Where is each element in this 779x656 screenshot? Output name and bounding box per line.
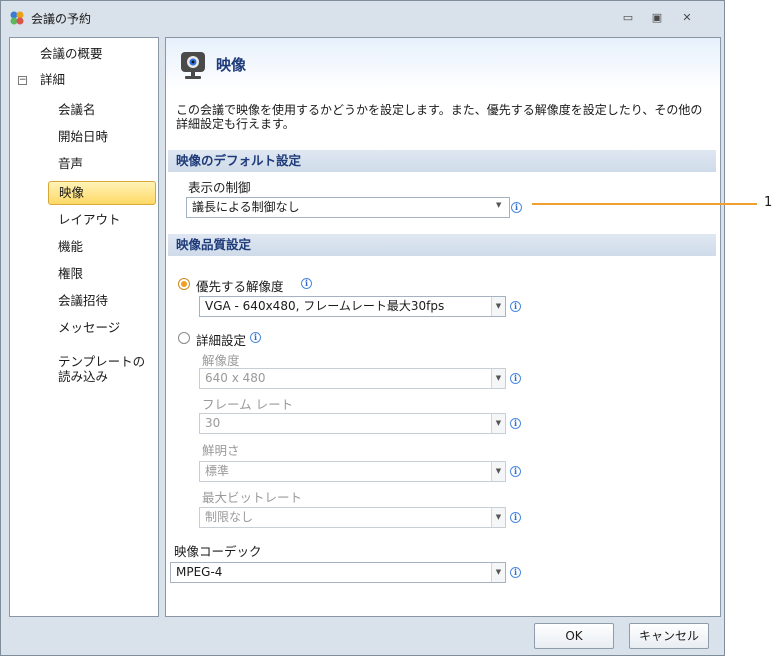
resolution-info-icon[interactable]: i — [510, 373, 521, 384]
cancel-button[interactable]: キャンセル — [629, 623, 709, 649]
sidebar-item-details[interactable]: 詳細 — [40, 68, 65, 92]
close-button[interactable]: ✕ — [677, 9, 697, 27]
max-bitrate-label: 最大ビットレート — [202, 490, 303, 505]
max-bitrate-info-icon[interactable]: i — [510, 512, 521, 523]
sharpness-info-icon[interactable]: i — [510, 466, 521, 477]
sidebar-item-audio[interactable]: 音声 — [58, 152, 83, 176]
display-control-info-icon[interactable]: i — [511, 202, 522, 213]
video-codec-info-icon[interactable]: i — [510, 567, 521, 578]
section-quality-settings: 映像品質設定 — [168, 234, 716, 256]
max-bitrate-value: 制限なし — [205, 510, 254, 524]
description-text: この会議で映像を使用するかどうかを設定します。また、優先する解像度を設定したり、… — [176, 103, 703, 131]
preferred-resolution-select-info-icon[interactable]: i — [510, 301, 521, 312]
content-panel: 映像 この会議で映像を使用するかどうかを設定します。また、優先する解像度を設定し… — [165, 37, 721, 617]
sidebar-item-layout[interactable]: レイアウト — [58, 208, 121, 232]
webcam-icon — [181, 52, 205, 79]
sidebar-item-features[interactable]: 機能 — [58, 235, 83, 259]
video-codec-dropdown-icon[interactable]: ▼ — [491, 563, 505, 582]
sidebar-item-meeting-name[interactable]: 会議名 — [58, 98, 96, 122]
display-control-dropdown-icon[interactable]: ▼ — [496, 201, 501, 209]
content-header: 映像 — [166, 38, 720, 90]
resolution-label: 解像度 — [202, 353, 240, 368]
ok-button[interactable]: OK — [534, 623, 614, 649]
sidebar-item-messages[interactable]: メッセージ — [58, 316, 120, 340]
callout-number: 1 — [764, 195, 773, 210]
advanced-settings-label: 詳細設定 — [196, 333, 247, 348]
advanced-settings-radio[interactable] — [178, 332, 190, 344]
preferred-resolution-value: VGA - 640x480, フレームレート最大30fps — [205, 299, 445, 313]
sharpness-value: 標準 — [205, 464, 230, 478]
video-codec-select[interactable]: MPEG-4 ▼ — [170, 562, 506, 583]
sidebar-item-start-datetime[interactable]: 開始日時 — [58, 125, 108, 149]
page-title: 映像 — [216, 56, 247, 74]
sidebar-item-overview[interactable]: 会議の概要 — [40, 42, 103, 66]
preferred-resolution-label: 優先する解像度 — [196, 279, 284, 294]
display-control-value: 議長による制御なし — [192, 200, 300, 214]
dialog-window: 会議の予約 ▭ ▣ ✕ 会議の概要 − 詳細 会議名 開始日時 音声 映像 レイ… — [0, 0, 725, 656]
sidebar-item-permissions[interactable]: 権限 — [58, 262, 83, 286]
preferred-resolution-info-icon[interactable]: i — [301, 278, 312, 289]
display-control-label: 表示の制御 — [188, 180, 251, 195]
section-default-settings: 映像のデフォルト設定 — [168, 150, 716, 172]
video-codec-label: 映像コーデック — [174, 544, 262, 559]
sharpness-select[interactable]: 標準 ▼ — [199, 461, 506, 482]
resolution-value: 640 x 480 — [205, 371, 266, 385]
maximize-button[interactable]: ▣ — [647, 9, 667, 27]
max-bitrate-dropdown-icon[interactable]: ▼ — [491, 508, 505, 527]
framerate-dropdown-icon[interactable]: ▼ — [491, 414, 505, 433]
title-bar: 会議の予約 ▭ ▣ ✕ — [1, 1, 724, 35]
sidebar-item-load-template[interactable]: テンプレートの読み込み — [58, 354, 154, 384]
advanced-settings-info-icon[interactable]: i — [250, 332, 261, 343]
minimize-button[interactable]: ▭ — [618, 9, 638, 27]
navigation-sidebar: 会議の概要 − 詳細 会議名 開始日時 音声 映像 レイアウト 機能 権限 会議… — [9, 37, 159, 617]
preferred-resolution-select[interactable]: VGA - 640x480, フレームレート最大30fps ▼ — [199, 296, 506, 317]
resolution-select[interactable]: 640 x 480 ▼ — [199, 368, 506, 389]
sidebar-item-video[interactable]: 映像 — [48, 181, 156, 205]
sharpness-dropdown-icon[interactable]: ▼ — [491, 462, 505, 481]
sharpness-label: 鮮明さ — [202, 443, 240, 458]
resolution-dropdown-icon[interactable]: ▼ — [491, 369, 505, 388]
preferred-resolution-radio[interactable] — [178, 278, 190, 290]
framerate-value: 30 — [205, 416, 221, 430]
framerate-select[interactable]: 30 ▼ — [199, 413, 506, 434]
callout-line — [532, 203, 757, 205]
window-title: 会議の予約 — [31, 12, 92, 26]
video-codec-value: MPEG-4 — [176, 565, 223, 579]
display-control-select[interactable]: 議長による制御なし — [186, 197, 510, 218]
max-bitrate-select[interactable]: 制限なし ▼ — [199, 507, 506, 528]
framerate-label: フレーム レート — [202, 397, 294, 412]
sidebar-item-invitation[interactable]: 会議招待 — [58, 289, 108, 313]
framerate-info-icon[interactable]: i — [510, 418, 521, 429]
collapse-toggle-icon[interactable]: − — [18, 76, 27, 85]
app-icon — [10, 11, 24, 25]
preferred-resolution-dropdown-icon[interactable]: ▼ — [491, 297, 505, 316]
